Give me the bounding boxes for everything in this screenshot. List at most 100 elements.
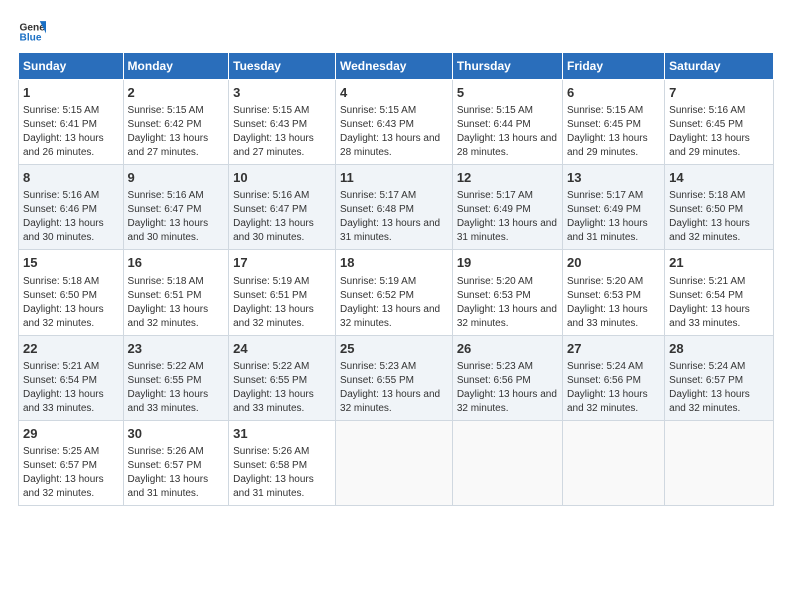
week-row-5: 29 Sunrise: 5:25 AMSunset: 6:57 PMDayligh…: [19, 420, 774, 505]
col-header-friday: Friday: [563, 53, 665, 80]
calendar-cell: 7Sunrise: 5:16 AMSunset: 6:45 PMDaylight…: [665, 80, 774, 165]
week-row-4: 22 Sunrise: 5:21 AMSunset: 6:54 PMDayligh…: [19, 335, 774, 420]
calendar-table: SundayMondayTuesdayWednesdayThursdayFrid…: [18, 52, 774, 506]
calendar-cell: 15 Sunrise: 5:18 AMSunset: 6:50 PMDayligh…: [19, 250, 124, 335]
day-number: 4: [340, 84, 448, 102]
week-row-1: 1 Sunrise: 5:15 AMSunset: 6:41 PMDaylight…: [19, 80, 774, 165]
cell-info: Sunrise: 5:17 AMSunset: 6:49 PMDaylight:…: [567, 190, 648, 243]
day-number: 12: [457, 169, 558, 187]
cell-info: Sunrise: 5:22 AMSunset: 6:55 PMDaylight:…: [128, 361, 209, 414]
day-number: 19: [457, 254, 558, 272]
calendar-cell: 8 Sunrise: 5:16 AMSunset: 6:46 PMDaylight…: [19, 165, 124, 250]
calendar-cell: 26 Sunrise: 5:23 AMSunset: 6:56 PMDayligh…: [452, 335, 562, 420]
cell-info: Sunrise: 5:17 AMSunset: 6:48 PMDaylight:…: [340, 190, 440, 243]
calendar-cell: 31Sunrise: 5:26 AMSunset: 6:58 PMDayligh…: [229, 420, 336, 505]
cell-info: Sunrise: 5:23 AMSunset: 6:55 PMDaylight:…: [340, 361, 440, 414]
calendar-cell: 28 Sunrise: 5:24 AMSunset: 6:57 PMDayligh…: [665, 335, 774, 420]
calendar-cell: [336, 420, 453, 505]
day-number: 20: [567, 254, 660, 272]
cell-info: Sunrise: 5:18 AMSunset: 6:51 PMDaylight:…: [128, 276, 209, 329]
day-number: 8: [23, 169, 119, 187]
calendar-cell: 3Sunrise: 5:15 AMSunset: 6:43 PMDaylight…: [229, 80, 336, 165]
calendar-cell: 24Sunrise: 5:22 AMSunset: 6:55 PMDayligh…: [229, 335, 336, 420]
day-number: 11: [340, 169, 448, 187]
day-number: 24: [233, 340, 331, 358]
calendar-cell: 16 Sunrise: 5:18 AMSunset: 6:51 PMDayligh…: [123, 250, 229, 335]
day-number: 30: [128, 425, 225, 443]
cell-info: Sunrise: 5:20 AMSunset: 6:53 PMDaylight:…: [457, 276, 557, 329]
logo-icon: General Blue: [18, 18, 46, 46]
day-number: 15: [23, 254, 119, 272]
day-number: 1: [23, 84, 119, 102]
calendar-cell: 5 Sunrise: 5:15 AMSunset: 6:44 PMDaylight…: [452, 80, 562, 165]
cell-info: Sunrise: 5:16 AMSunset: 6:47 PMDaylight:…: [128, 190, 209, 243]
day-number: 14: [669, 169, 769, 187]
calendar-cell: 17 Sunrise: 5:19 AMSunset: 6:51 PMDayligh…: [229, 250, 336, 335]
day-number: 7: [669, 84, 769, 102]
cell-info: Sunrise: 5:16 AMSunset: 6:46 PMDaylight:…: [23, 190, 104, 243]
col-header-monday: Monday: [123, 53, 229, 80]
day-number: 25: [340, 340, 448, 358]
cell-info: Sunrise: 5:15 AMSunset: 6:44 PMDaylight:…: [457, 105, 557, 158]
day-number: 29: [23, 425, 119, 443]
cell-info: Sunrise: 5:26 AMSunset: 6:58 PMDaylight:…: [233, 446, 314, 499]
day-number: 3: [233, 84, 331, 102]
cell-info: Sunrise: 5:20 AMSunset: 6:53 PMDaylight:…: [567, 276, 648, 329]
svg-text:Blue: Blue: [20, 33, 42, 44]
day-number: 9: [128, 169, 225, 187]
cell-info: Sunrise: 5:21 AMSunset: 6:54 PMDaylight:…: [669, 276, 750, 329]
col-header-saturday: Saturday: [665, 53, 774, 80]
page-container: General Blue SundayMondayTuesdayWednesda…: [0, 0, 792, 516]
calendar-cell: 29 Sunrise: 5:25 AMSunset: 6:57 PMDayligh…: [19, 420, 124, 505]
cell-info: Sunrise: 5:15 AMSunset: 6:42 PMDaylight:…: [128, 105, 209, 158]
cell-info: Sunrise: 5:21 AMSunset: 6:54 PMDaylight:…: [23, 361, 104, 414]
day-number: 21: [669, 254, 769, 272]
calendar-cell: 1 Sunrise: 5:15 AMSunset: 6:41 PMDaylight…: [19, 80, 124, 165]
col-header-tuesday: Tuesday: [229, 53, 336, 80]
calendar-cell: [452, 420, 562, 505]
calendar-cell: 19 Sunrise: 5:20 AMSunset: 6:53 PMDayligh…: [452, 250, 562, 335]
cell-info: Sunrise: 5:26 AMSunset: 6:57 PMDaylight:…: [128, 446, 209, 499]
cell-info: Sunrise: 5:15 AMSunset: 6:43 PMDaylight:…: [340, 105, 440, 158]
calendar-cell: [665, 420, 774, 505]
calendar-cell: 13 Sunrise: 5:17 AMSunset: 6:49 PMDayligh…: [563, 165, 665, 250]
cell-info: Sunrise: 5:24 AMSunset: 6:57 PMDaylight:…: [669, 361, 750, 414]
cell-info: Sunrise: 5:15 AMSunset: 6:45 PMDaylight:…: [567, 105, 648, 158]
calendar-cell: 11 Sunrise: 5:17 AMSunset: 6:48 PMDayligh…: [336, 165, 453, 250]
calendar-cell: 9 Sunrise: 5:16 AMSunset: 6:47 PMDaylight…: [123, 165, 229, 250]
calendar-cell: 25 Sunrise: 5:23 AMSunset: 6:55 PMDayligh…: [336, 335, 453, 420]
day-number: 27: [567, 340, 660, 358]
calendar-cell: 18 Sunrise: 5:19 AMSunset: 6:52 PMDayligh…: [336, 250, 453, 335]
day-number: 23: [128, 340, 225, 358]
day-number: 17: [233, 254, 331, 272]
cell-info: Sunrise: 5:19 AMSunset: 6:51 PMDaylight:…: [233, 276, 314, 329]
cell-info: Sunrise: 5:17 AMSunset: 6:49 PMDaylight:…: [457, 190, 557, 243]
calendar-cell: 2 Sunrise: 5:15 AMSunset: 6:42 PMDaylight…: [123, 80, 229, 165]
cell-info: Sunrise: 5:25 AMSunset: 6:57 PMDaylight:…: [23, 446, 104, 499]
day-number: 2: [128, 84, 225, 102]
calendar-cell: [563, 420, 665, 505]
cell-info: Sunrise: 5:16 AMSunset: 6:47 PMDaylight:…: [233, 190, 314, 243]
cell-info: Sunrise: 5:15 AMSunset: 6:41 PMDaylight:…: [23, 105, 104, 158]
week-row-2: 8 Sunrise: 5:16 AMSunset: 6:46 PMDaylight…: [19, 165, 774, 250]
day-number: 13: [567, 169, 660, 187]
week-row-3: 15 Sunrise: 5:18 AMSunset: 6:50 PMDayligh…: [19, 250, 774, 335]
header: General Blue: [18, 18, 774, 46]
col-header-thursday: Thursday: [452, 53, 562, 80]
day-number: 18: [340, 254, 448, 272]
calendar-cell: 20 Sunrise: 5:20 AMSunset: 6:53 PMDayligh…: [563, 250, 665, 335]
day-number: 5: [457, 84, 558, 102]
calendar-cell: 27Sunrise: 5:24 AMSunset: 6:56 PMDayligh…: [563, 335, 665, 420]
calendar-cell: 21 Sunrise: 5:21 AMSunset: 6:54 PMDayligh…: [665, 250, 774, 335]
calendar-cell: 22 Sunrise: 5:21 AMSunset: 6:54 PMDayligh…: [19, 335, 124, 420]
cell-info: Sunrise: 5:19 AMSunset: 6:52 PMDaylight:…: [340, 276, 440, 329]
calendar-cell: 14Sunrise: 5:18 AMSunset: 6:50 PMDayligh…: [665, 165, 774, 250]
day-number: 26: [457, 340, 558, 358]
cell-info: Sunrise: 5:23 AMSunset: 6:56 PMDaylight:…: [457, 361, 557, 414]
day-number: 16: [128, 254, 225, 272]
day-number: 6: [567, 84, 660, 102]
day-number: 28: [669, 340, 769, 358]
header-row: SundayMondayTuesdayWednesdayThursdayFrid…: [19, 53, 774, 80]
day-number: 22: [23, 340, 119, 358]
cell-info: Sunrise: 5:18 AMSunset: 6:50 PMDaylight:…: [23, 276, 104, 329]
